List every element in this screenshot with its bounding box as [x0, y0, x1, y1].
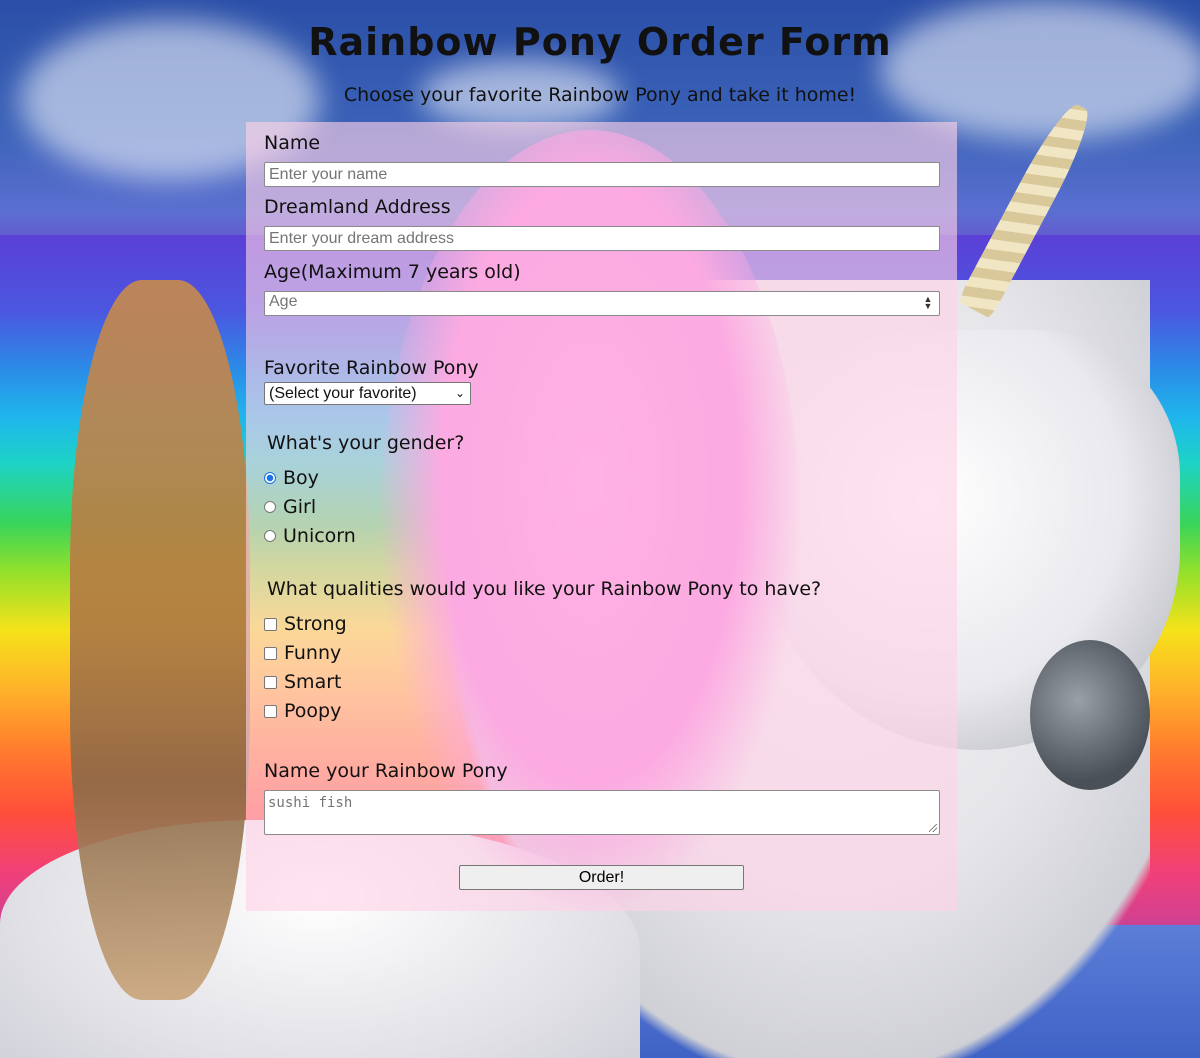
gender-option-girl[interactable]: Girl [264, 496, 316, 518]
quality-option-smart[interactable]: Smart [264, 671, 341, 693]
resize-grip-icon[interactable] [929, 824, 937, 832]
age-input[interactable]: Age ▲ ▼ [264, 291, 940, 316]
gender-question: What's your gender? [267, 432, 465, 454]
checkbox-smart[interactable] [264, 675, 277, 689]
name-input[interactable] [264, 162, 940, 187]
favorite-selected-value: (Select your favorite) [269, 385, 417, 402]
checkbox-poopy[interactable] [264, 704, 277, 718]
gender-option-unicorn[interactable]: Unicorn [264, 525, 356, 547]
address-label: Dreamland Address [264, 196, 451, 218]
radio-label: Girl [283, 496, 317, 518]
radio-label: Unicorn [283, 525, 356, 547]
order-form: Name Dreamland Address Age(Maximum 7 yea… [246, 122, 957, 911]
checkbox-label: Strong [284, 613, 347, 635]
order-button[interactable]: Order! [459, 865, 744, 890]
favorite-select[interactable]: (Select your favorite) ⌄ [264, 382, 471, 405]
pony-name-textarea[interactable]: sushi fish [264, 790, 940, 835]
radio-label: Boy [283, 467, 319, 489]
quality-option-strong[interactable]: Strong [264, 613, 347, 635]
spinner-arrows-icon[interactable]: ▲ ▼ [923, 295, 933, 311]
checkbox-label: Smart [284, 671, 342, 693]
pony-name-placeholder: sushi fish [268, 795, 353, 811]
gender-option-boy[interactable]: Boy [264, 467, 319, 489]
checkbox-funny[interactable] [264, 646, 277, 660]
cat-image [70, 280, 250, 1000]
pony-name-label: Name your Rainbow Pony [264, 760, 508, 782]
age-placeholder: Age [269, 293, 298, 310]
favorite-label: Favorite Rainbow Pony [264, 357, 479, 379]
checkbox-label: Funny [284, 642, 342, 664]
page-title: Rainbow Pony Order Form [308, 20, 892, 64]
quality-option-poopy[interactable]: Poopy [264, 700, 341, 722]
radio-unicorn[interactable] [264, 530, 276, 542]
checkbox-strong[interactable] [264, 617, 277, 631]
qualities-question: What qualities would you like your Rainb… [267, 578, 822, 600]
radio-boy[interactable] [264, 472, 276, 484]
age-label: Age(Maximum 7 years old) [264, 261, 521, 283]
name-label: Name [264, 132, 321, 154]
address-input[interactable] [264, 226, 940, 251]
page-subtitle: Choose your favorite Rainbow Pony and ta… [343, 84, 857, 106]
page-header: Rainbow Pony Order Form Choose your favo… [0, 0, 1200, 106]
radio-girl[interactable] [264, 501, 276, 513]
checkbox-label: Poopy [284, 700, 342, 722]
chevron-down-icon: ⌄ [454, 386, 465, 400]
quality-option-funny[interactable]: Funny [264, 642, 341, 664]
